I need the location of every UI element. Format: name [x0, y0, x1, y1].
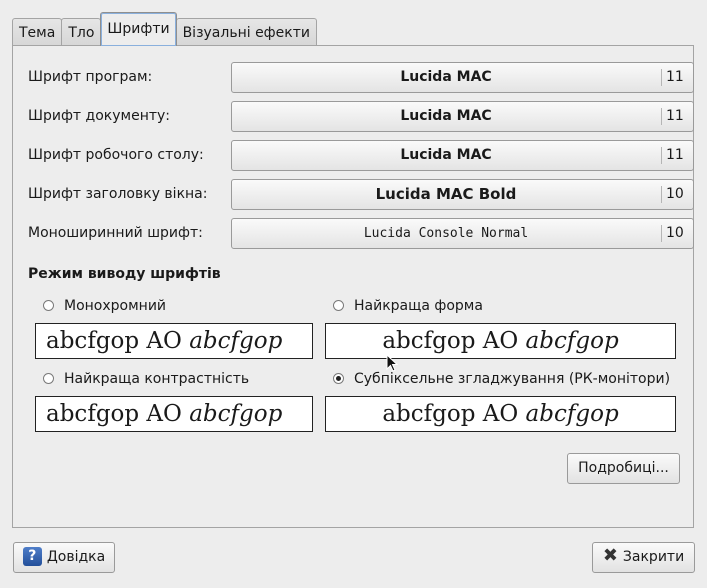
desktop-font-label: Шрифт робочого столу: — [28, 147, 204, 163]
font-size: 10 — [666, 225, 684, 241]
tab-visual-effects[interactable]: Візуальні ефекти — [175, 18, 317, 46]
best-contrast-label: Найкраща контрастність — [64, 371, 250, 387]
font-button-separator — [661, 69, 662, 86]
preview-regular-text: abcfgop AO — [382, 328, 526, 354]
window-title-font-label: Шрифт заголовку вікна: — [28, 186, 208, 202]
subpixel-label: Субпіксельне згладжування (РК-монітори) — [354, 371, 671, 387]
subpixel-preview[interactable]: abcfgop AO abcfgop — [325, 396, 676, 432]
tab-background[interactable]: Тло — [61, 18, 102, 46]
font-row-monospace: Моноширинний шрифт: Lucida Console Norma… — [28, 218, 694, 249]
preview-regular-text: abcfgop AO — [46, 401, 190, 427]
document-font-button[interactable]: Lucida MAC 11 — [231, 101, 694, 132]
preview-italic-text: abcfgop — [525, 328, 619, 354]
tab-theme[interactable]: Тема — [12, 18, 63, 46]
close-button[interactable]: ✖ Закрити — [592, 542, 695, 573]
font-row-document: Шрифт документу: Lucida MAC 11 — [28, 101, 694, 132]
preview-italic-text: abcfgop — [189, 328, 283, 354]
font-size: 11 — [666, 147, 684, 163]
font-row-window-title: Шрифт заголовку вікна: Lucida MAC Bold 1… — [28, 179, 694, 210]
font-size: 11 — [666, 108, 684, 124]
monochrome-label: Монохромний — [64, 298, 167, 314]
font-size: 10 — [666, 186, 684, 202]
font-name: Lucida MAC — [400, 69, 492, 85]
font-name: Lucida MAC Bold — [375, 185, 517, 203]
best-contrast-preview[interactable]: abcfgop AO abcfgop — [35, 396, 313, 432]
monochrome-preview[interactable]: abcfgop AO abcfgop — [35, 323, 313, 359]
application-font-button[interactable]: Lucida MAC 11 — [231, 62, 694, 93]
fonts-panel: Шрифт програм: Lucida MAC 11 Шрифт докум… — [12, 45, 694, 528]
preview-regular-text: abcfgop AO — [382, 401, 526, 427]
font-name: Lucida MAC — [400, 108, 492, 124]
monospace-font-label: Моноширинний шрифт: — [28, 225, 203, 241]
application-font-label: Шрифт програм: — [28, 69, 153, 85]
window-title-font-button[interactable]: Lucida MAC Bold 10 — [231, 179, 694, 210]
font-button-separator — [661, 186, 662, 203]
tab-fonts[interactable]: Шрифти — [100, 12, 177, 46]
best-contrast-radio[interactable] — [43, 373, 54, 384]
font-size: 11 — [666, 69, 684, 85]
help-button[interactable]: ? Довідка — [13, 542, 115, 573]
help-icon: ? — [22, 546, 42, 566]
font-button-separator — [661, 147, 662, 164]
preview-regular-text: abcfgop AO — [46, 328, 190, 354]
mouse-cursor-icon — [386, 354, 398, 372]
font-name: Lucida MAC — [400, 147, 492, 163]
best-shape-preview[interactable]: abcfgop AO abcfgop — [325, 323, 676, 359]
font-row-application: Шрифт програм: Lucida MAC 11 — [28, 62, 694, 93]
appearance-preferences-window: Тема Тло Шрифти Візуальні ефекти Шрифт п… — [0, 0, 707, 588]
document-font-label: Шрифт документу: — [28, 108, 171, 124]
help-button-label: Довідка — [46, 549, 106, 565]
preview-italic-text: abcfgop — [525, 401, 619, 427]
tab-bar: Тема Тло Шрифти Візуальні ефекти — [12, 12, 317, 46]
desktop-font-button[interactable]: Lucida MAC 11 — [231, 140, 694, 171]
subpixel-radio[interactable] — [333, 373, 344, 384]
font-row-desktop: Шрифт робочого столу: Lucida MAC 11 — [28, 140, 694, 171]
font-button-separator — [661, 225, 662, 242]
details-button[interactable]: Подробиці... — [567, 453, 680, 484]
preview-italic-text: abcfgop — [189, 401, 283, 427]
font-name: Lucida Console Normal — [363, 226, 529, 241]
font-button-separator — [661, 108, 662, 125]
monochrome-radio[interactable] — [43, 300, 54, 311]
close-icon: ✖ — [602, 545, 618, 566]
render-section-title: Режим виводу шрифтів — [28, 266, 221, 282]
best-shape-label: Найкраща форма — [354, 298, 483, 314]
close-button-label: Закрити — [622, 549, 685, 565]
monospace-font-button[interactable]: Lucida Console Normal 10 — [231, 218, 694, 249]
best-shape-radio[interactable] — [333, 300, 344, 311]
